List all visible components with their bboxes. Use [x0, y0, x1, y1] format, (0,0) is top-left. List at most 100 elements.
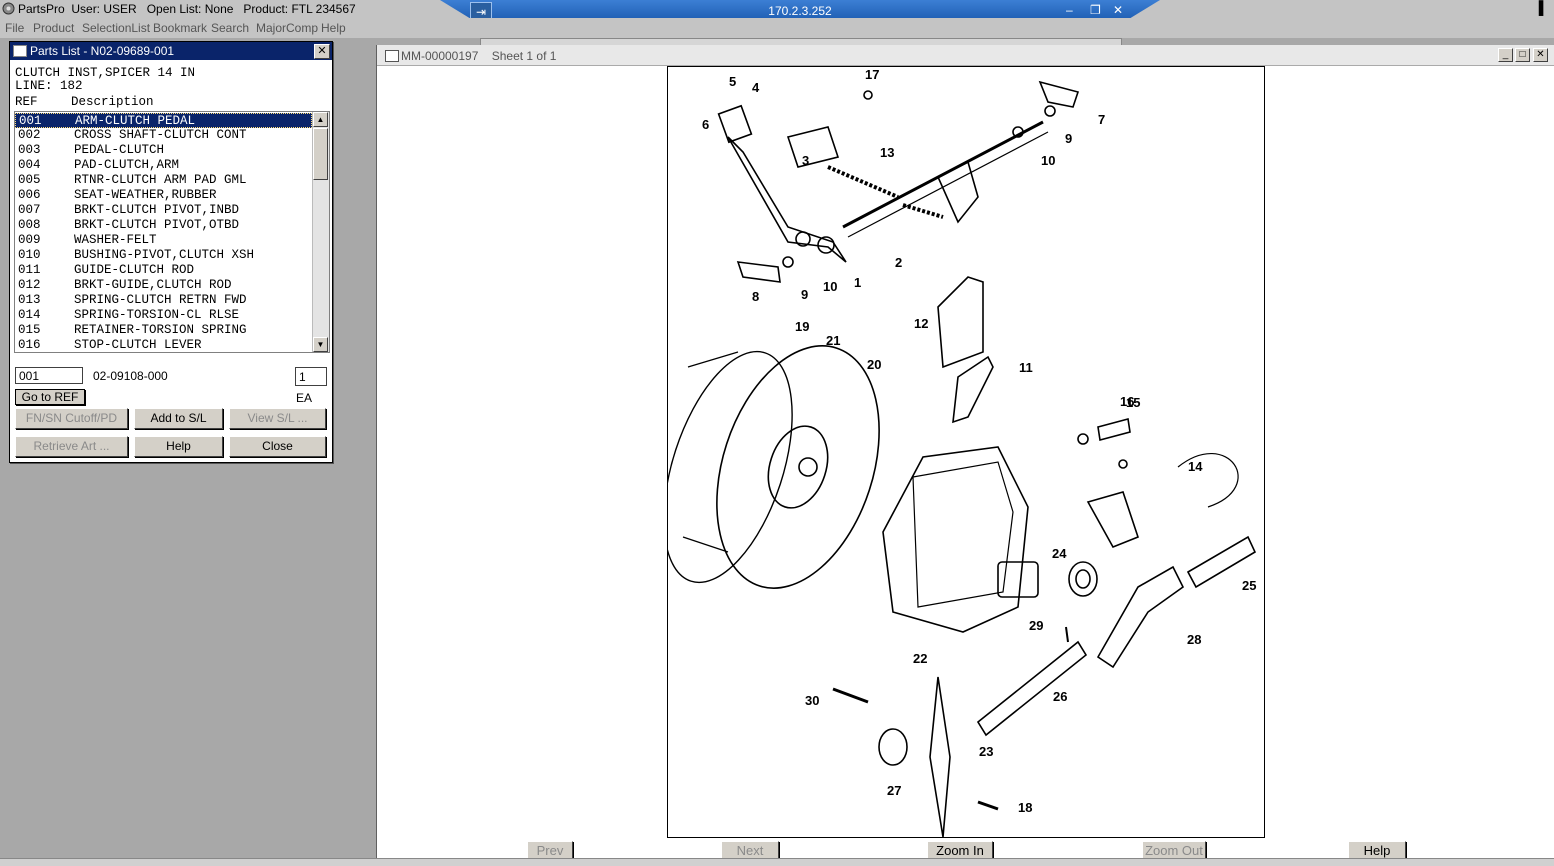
- parts-listbox[interactable]: 001 ARM-CLUTCH PEDAL 002 CROSS SHAFT-CLUTCH…: [14, 111, 330, 353]
- list-item[interactable]: 010 BUSHING-PIVOT,CLUTCH XSH: [15, 248, 312, 263]
- callout-number[interactable]: 18: [1018, 800, 1032, 815]
- callout-number[interactable]: 17: [865, 67, 879, 82]
- list-item-ref: 001: [19, 114, 42, 128]
- callout-number[interactable]: 9: [1065, 131, 1072, 146]
- callout-number[interactable]: 11: [1019, 360, 1033, 375]
- list-item-ref: 004: [18, 158, 41, 172]
- list-item[interactable]: 015 RETAINER-TORSION SPRING: [15, 323, 312, 338]
- list-item-description: SEAT-WEATHER,RUBBER: [74, 188, 217, 202]
- list-item[interactable]: 009 WASHER-FELT: [15, 233, 312, 248]
- callout-number[interactable]: 24: [1052, 546, 1067, 561]
- list-item[interactable]: 005 RTNR-CLUTCH ARM PAD GML: [15, 173, 312, 188]
- callout-number[interactable]: 29: [1029, 618, 1043, 633]
- callout-number[interactable]: 4: [752, 80, 760, 95]
- list-item-description: GUIDE-CLUTCH ROD: [74, 263, 195, 277]
- callout-number[interactable]: 5: [729, 74, 736, 89]
- list-item[interactable]: 013 SPRING-CLUTCH RETRN FWD: [15, 293, 312, 308]
- list-item-description: RTNR-CLUTCH ARM PAD GML: [74, 173, 247, 187]
- close-icon[interactable]: ✕: [1113, 3, 1123, 17]
- list-item[interactable]: 003 PEDAL-CLUTCH: [15, 143, 312, 158]
- retrieve-art-button[interactable]: Retrieve Art ...: [15, 436, 128, 457]
- callout-number[interactable]: 25: [1242, 578, 1256, 593]
- listbox-scrollbar[interactable]: ▲ ▼: [312, 112, 329, 352]
- list-item[interactable]: 014 SPRING-TORSION-CL RLSE: [15, 308, 312, 323]
- list-item-description: RETAINER-TORSION SPRING: [74, 323, 247, 337]
- callout-number[interactable]: 21: [826, 333, 840, 348]
- list-item[interactable]: 011 GUIDE-CLUTCH ROD: [15, 263, 312, 278]
- callout-number[interactable]: 3: [802, 153, 809, 168]
- callout-number[interactable]: 10: [1041, 153, 1055, 168]
- menu-majorcomp[interactable]: MajorComp: [256, 21, 318, 35]
- callout-number[interactable]: 7: [1098, 112, 1105, 127]
- list-item-description: BRKT-CLUTCH PIVOT,OTBD: [74, 218, 240, 232]
- remote-ip-label: 170.2.3.252: [768, 4, 832, 18]
- callout-number[interactable]: 16: [1120, 394, 1134, 409]
- callout-number[interactable]: 2: [895, 255, 902, 270]
- restore-icon[interactable]: ❐: [1090, 3, 1101, 17]
- help-button[interactable]: Help: [134, 436, 223, 457]
- assembly-description: CLUTCH INST,SPICER 14 IN: [15, 66, 196, 80]
- callout-number[interactable]: 28: [1187, 632, 1201, 647]
- scroll-down-icon[interactable]: ▼: [313, 337, 328, 352]
- list-item[interactable]: 016 STOP-CLUTCH LEVER: [15, 338, 312, 352]
- list-item[interactable]: 004 PAD-CLUTCH,ARM: [15, 158, 312, 173]
- list-item-description: SPRING-TORSION-CL RLSE: [74, 308, 240, 322]
- list-item[interactable]: 002 CROSS SHAFT-CLUTCH CONT: [15, 128, 312, 143]
- menu-bar: File Product SelectionList Bookmark Sear…: [0, 18, 1554, 38]
- callout-number[interactable]: 26: [1053, 689, 1067, 704]
- callout-number[interactable]: 10: [823, 279, 837, 294]
- app-close-icon[interactable]: ▌: [1539, 0, 1548, 15]
- callout-number[interactable]: 23: [979, 744, 993, 759]
- quantity-input[interactable]: [295, 367, 327, 386]
- list-item-ref: 009: [18, 233, 41, 247]
- callout-number[interactable]: 14: [1188, 459, 1203, 474]
- callout-number[interactable]: 19: [795, 319, 809, 334]
- drawing-title: MM-00000197 Sheet 1 of 1: [401, 49, 557, 63]
- callout-number[interactable]: 9: [801, 287, 808, 302]
- list-item-ref: 006: [18, 188, 41, 202]
- list-item-ref: 002: [18, 128, 41, 142]
- list-item[interactable]: 007 BRKT-CLUTCH PIVOT,INBD: [15, 203, 312, 218]
- list-item[interactable]: 012 BRKT-GUIDE,CLUTCH ROD: [15, 278, 312, 293]
- maximize-icon[interactable]: □: [1515, 48, 1530, 62]
- list-item[interactable]: 001 ARM-CLUTCH PEDAL: [15, 113, 312, 128]
- close-icon[interactable]: ✕: [1533, 48, 1548, 62]
- scroll-thumb[interactable]: [313, 128, 328, 180]
- exploded-parts-drawing[interactable]: 1 2 3 4 5 6 7 8 9 9 10 10 11 12 13 14 15 16 17 18 19 20 21 22 23…: [663, 66, 1265, 838]
- menu-search[interactable]: Search: [211, 21, 249, 35]
- minimize-icon[interactable]: –: [1066, 3, 1073, 17]
- view-sl-button[interactable]: View S/L ...: [229, 408, 326, 429]
- list-item-description: ARM-CLUTCH PEDAL: [75, 114, 196, 128]
- callout-number[interactable]: 6: [702, 117, 709, 132]
- ref-input[interactable]: [15, 367, 83, 384]
- callout-number[interactable]: 20: [867, 357, 881, 372]
- list-item-description: WASHER-FELT: [74, 233, 157, 247]
- menu-product[interactable]: Product: [33, 21, 74, 35]
- window-icon: [13, 45, 27, 57]
- close-button[interactable]: Close: [229, 436, 326, 457]
- callout-number[interactable]: 13: [880, 145, 894, 160]
- menu-help[interactable]: Help: [321, 21, 346, 35]
- list-item-ref: 016: [18, 338, 41, 352]
- list-item-description: SPRING-CLUTCH RETRN FWD: [74, 293, 247, 307]
- list-item[interactable]: 008 BRKT-CLUTCH PIVOT,OTBD: [15, 218, 312, 233]
- callout-number[interactable]: 30: [805, 693, 819, 708]
- list-item-description: PEDAL-CLUTCH: [74, 143, 165, 157]
- minimize-icon[interactable]: _: [1498, 48, 1513, 62]
- list-item-ref: 005: [18, 173, 41, 187]
- go-to-ref-button[interactable]: Go to REF: [15, 389, 85, 405]
- menu-selectionlist[interactable]: SelectionList: [82, 21, 150, 35]
- fnsn-cutoff-button[interactable]: FN/SN Cutoff/PD: [15, 408, 128, 429]
- menu-file[interactable]: File: [5, 21, 24, 35]
- callout-number[interactable]: 27: [887, 783, 901, 798]
- callout-number[interactable]: 1: [854, 275, 861, 290]
- callout-number[interactable]: 22: [913, 651, 927, 666]
- add-to-sl-button[interactable]: Add to S/L: [134, 408, 223, 429]
- dialog-close-button[interactable]: ✕: [314, 44, 330, 59]
- callout-number[interactable]: 8: [752, 289, 759, 304]
- callout-number[interactable]: 12: [914, 316, 928, 331]
- drawing-window: MM-00000197 Sheet 1 of 1 _ □ ✕ 1 2 3 4 5…: [376, 45, 1554, 865]
- list-item[interactable]: 006 SEAT-WEATHER,RUBBER: [15, 188, 312, 203]
- scroll-up-icon[interactable]: ▲: [313, 112, 328, 127]
- menu-bookmark[interactable]: Bookmark: [153, 21, 207, 35]
